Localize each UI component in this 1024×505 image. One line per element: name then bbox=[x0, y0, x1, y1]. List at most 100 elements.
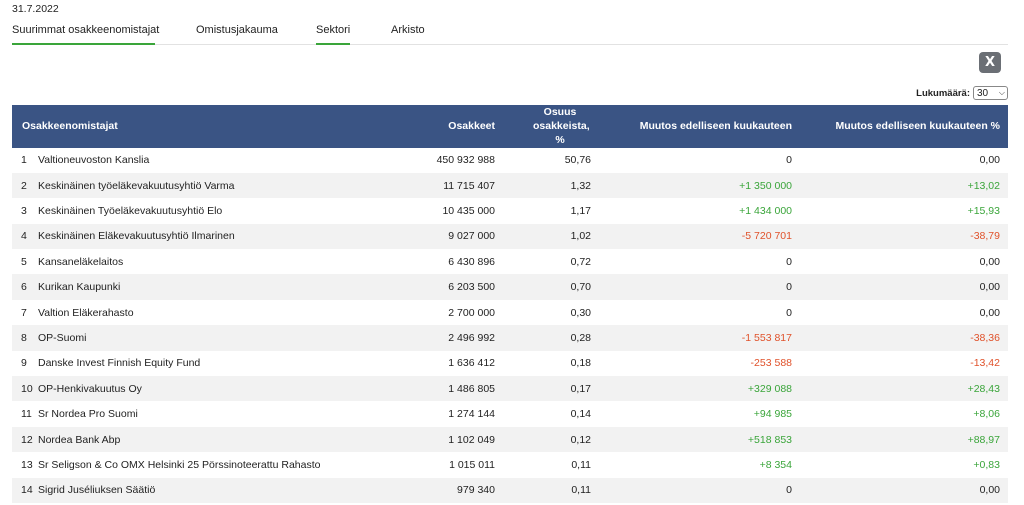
shareholders-table: Osakkeenomistajat Osakkeet Osuus osakkei… bbox=[12, 105, 1008, 503]
shareholder-cell: 5 Kansaneläkelaitos bbox=[12, 249, 404, 274]
tab-sector[interactable]: Sektori bbox=[316, 24, 350, 45]
table-row: 11 Sr Nordea Pro Suomi 1 274 144 0,14 +94 98… bbox=[12, 401, 1008, 426]
shares-cell: 6 203 500 bbox=[448, 281, 495, 294]
col-header-share-pct[interactable]: Osuus osakkeista, % bbox=[503, 105, 599, 148]
shares-cell: 1 486 805 bbox=[448, 382, 495, 395]
share-pct-cell: 1,02 bbox=[570, 230, 591, 243]
shareholder-cell: 1 Valtioneuvoston Kanslia bbox=[12, 148, 404, 173]
change-cell: +329 088 bbox=[747, 382, 792, 395]
change-pct-cell: +15,93 bbox=[967, 204, 1000, 217]
shareholder-name: Danske Invest Finnish Equity Fund bbox=[38, 357, 201, 370]
table-row: 10 OP-Henkivakuutus Oy 1 486 805 0,17 +329 0… bbox=[12, 376, 1008, 402]
share-pct-cell: 0,14 bbox=[570, 408, 591, 421]
share-pct-cell: 0,18 bbox=[570, 357, 591, 370]
table-row: 1 Valtioneuvoston Kanslia 450 932 988 50,76… bbox=[12, 148, 1008, 173]
share-pct-cell: 0,12 bbox=[570, 433, 591, 446]
report-date: 31.7.2022 bbox=[12, 3, 59, 15]
col-header-shares[interactable]: Osakkeet bbox=[404, 105, 503, 148]
change-cell: 0 bbox=[786, 281, 792, 294]
excel-export-button[interactable]: X bbox=[979, 52, 1001, 73]
table-row: 5 Kansaneläkelaitos 6 430 896 0,72 0 0,00 bbox=[12, 249, 1008, 274]
shareholder-cell: 9 Danske Invest Finnish Equity Fund bbox=[12, 351, 404, 376]
row-count-control: Lukumäärä: 30 ⌵ bbox=[916, 86, 1008, 100]
col-header-change-pct[interactable]: Muutos edelliseen kuukauteen % bbox=[800, 105, 1008, 148]
table-row: 13 Sr Seligson & Co OMX Helsinki 25 Pörss… bbox=[12, 452, 1008, 477]
rank-number: 2 bbox=[21, 179, 27, 192]
change-pct-cell: -38,79 bbox=[970, 230, 1000, 243]
table-row: 14 Sigrid Juséliuksen Säätiö 979 340 0,11 0 0… bbox=[12, 477, 1008, 503]
change-cell: +1 350 000 bbox=[739, 179, 792, 192]
share-pct-cell: 0,72 bbox=[570, 255, 591, 268]
shareholder-cell: 14 Sigrid Juséliuksen Säätiö bbox=[12, 478, 404, 503]
tab-largest-shareholders[interactable]: Suurimmat osakkeenomistajat bbox=[12, 24, 159, 45]
row-count-value: 30 bbox=[977, 87, 989, 99]
row-count-select[interactable]: 30 ⌵ bbox=[973, 86, 1008, 100]
table-row: 2 Keskinäinen työeläkevakuutusyhtiö Varma… bbox=[12, 172, 1008, 199]
shareholder-name: OP-Henkivakuutus Oy bbox=[38, 382, 142, 395]
change-cell: +8 354 bbox=[759, 458, 792, 471]
share-pct-cell: 0,30 bbox=[570, 306, 591, 319]
shares-cell: 450 932 988 bbox=[436, 154, 495, 167]
excel-icon: X bbox=[984, 55, 996, 70]
tab-archive[interactable]: Arkisto bbox=[391, 24, 425, 45]
rank-number: 1 bbox=[21, 154, 27, 167]
shareholder-name: Keskinäinen Eläkevakuutusyhtiö Ilmarinen bbox=[38, 230, 235, 243]
change-cell: 0 bbox=[786, 484, 792, 497]
change-pct-cell: +28,43 bbox=[967, 382, 1000, 395]
shares-cell: 2 496 992 bbox=[448, 331, 495, 344]
table-row: 12 Nordea Bank Abp 1 102 049 0,12 +518 853 +8… bbox=[12, 426, 1008, 453]
shareholder-name: Sr Seligson & Co OMX Helsinki 25 Pörssin… bbox=[38, 458, 321, 471]
table-row: 4 Keskinäinen Eläkevakuutusyhtiö Ilmarine… bbox=[12, 223, 1008, 250]
shareholder-cell: 4 Keskinäinen Eläkevakuutusyhtiö Ilmarine… bbox=[12, 224, 404, 249]
rank-number: 10 bbox=[21, 382, 33, 395]
shareholder-name: Keskinäinen Työeläkevakuutusyhtiö Elo bbox=[38, 204, 223, 217]
shareholder-name: Kurikan Kaupunki bbox=[38, 281, 121, 294]
share-pct-cell: 0,70 bbox=[570, 281, 591, 294]
share-pct-cell: 1,17 bbox=[570, 204, 591, 217]
rank-number: 9 bbox=[21, 357, 27, 370]
shares-cell: 979 340 bbox=[457, 484, 495, 497]
shareholder-name: Nordea Bank Abp bbox=[38, 433, 121, 446]
shares-cell: 10 435 000 bbox=[442, 204, 495, 217]
shareholder-cell: 12 Nordea Bank Abp bbox=[12, 427, 404, 452]
change-pct-cell: -38,36 bbox=[970, 331, 1000, 344]
tab-ownership-distribution[interactable]: Omistusjakauma bbox=[196, 24, 278, 45]
shareholder-name: OP-Suomi bbox=[38, 331, 87, 344]
table-row: 3 Keskinäinen Työeläkevakuutusyhtiö Elo 10… bbox=[12, 198, 1008, 223]
col-header-change[interactable]: Muutos edelliseen kuukauteen bbox=[599, 105, 800, 148]
change-pct-cell: +0,83 bbox=[973, 458, 1000, 471]
rank-number: 6 bbox=[21, 281, 27, 294]
change-pct-cell: 0,00 bbox=[979, 255, 1000, 268]
change-cell: 0 bbox=[786, 306, 792, 319]
shareholder-name: Sigrid Juséliuksen Säätiö bbox=[38, 484, 156, 497]
shareholder-cell: 7 Valtion Eläkerahasto bbox=[12, 300, 404, 325]
share-pct-cell: 0,11 bbox=[571, 484, 591, 497]
change-pct-cell: 0,00 bbox=[979, 484, 1000, 497]
rank-number: 5 bbox=[21, 255, 27, 268]
shareholder-name: Kansaneläkelaitos bbox=[38, 255, 124, 268]
change-cell: 0 bbox=[786, 255, 792, 268]
rank-number: 13 bbox=[21, 458, 33, 471]
rank-number: 4 bbox=[21, 230, 27, 243]
rank-number: 8 bbox=[21, 331, 27, 344]
table-row: 6 Kurikan Kaupunki 6 203 500 0,70 0 0,00 bbox=[12, 274, 1008, 300]
change-cell: 0 bbox=[786, 154, 792, 167]
shareholder-cell: 3 Keskinäinen Työeläkevakuutusyhtiö Elo bbox=[12, 198, 404, 223]
shareholder-name: Valtion Eläkerahasto bbox=[38, 306, 134, 319]
shares-cell: 11 715 407 bbox=[443, 179, 495, 192]
shareholder-cell: 6 Kurikan Kaupunki bbox=[12, 274, 404, 299]
col-header-shareholders[interactable]: Osakkeenomistajat bbox=[12, 105, 404, 148]
shareholder-name: Sr Nordea Pro Suomi bbox=[38, 408, 138, 421]
shares-cell: 2 700 000 bbox=[448, 306, 495, 319]
shareholder-cell: 8 OP-Suomi bbox=[12, 325, 404, 350]
change-pct-cell: 0,00 bbox=[979, 306, 1000, 319]
share-pct-cell: 0,28 bbox=[570, 331, 591, 344]
table-row: 7 Valtion Eläkerahasto 2 700 000 0,30 0 0,00 bbox=[12, 300, 1008, 325]
rank-number: 12 bbox=[21, 433, 33, 446]
change-pct-cell: 0,00 bbox=[979, 281, 1000, 294]
shareholder-cell: 11 Sr Nordea Pro Suomi bbox=[12, 401, 404, 426]
shares-cell: 1 102 049 bbox=[448, 433, 495, 446]
rank-number: 7 bbox=[21, 306, 27, 319]
change-pct-cell: +88,97 bbox=[967, 433, 1000, 446]
change-pct-cell: -13,42 bbox=[970, 357, 1000, 370]
